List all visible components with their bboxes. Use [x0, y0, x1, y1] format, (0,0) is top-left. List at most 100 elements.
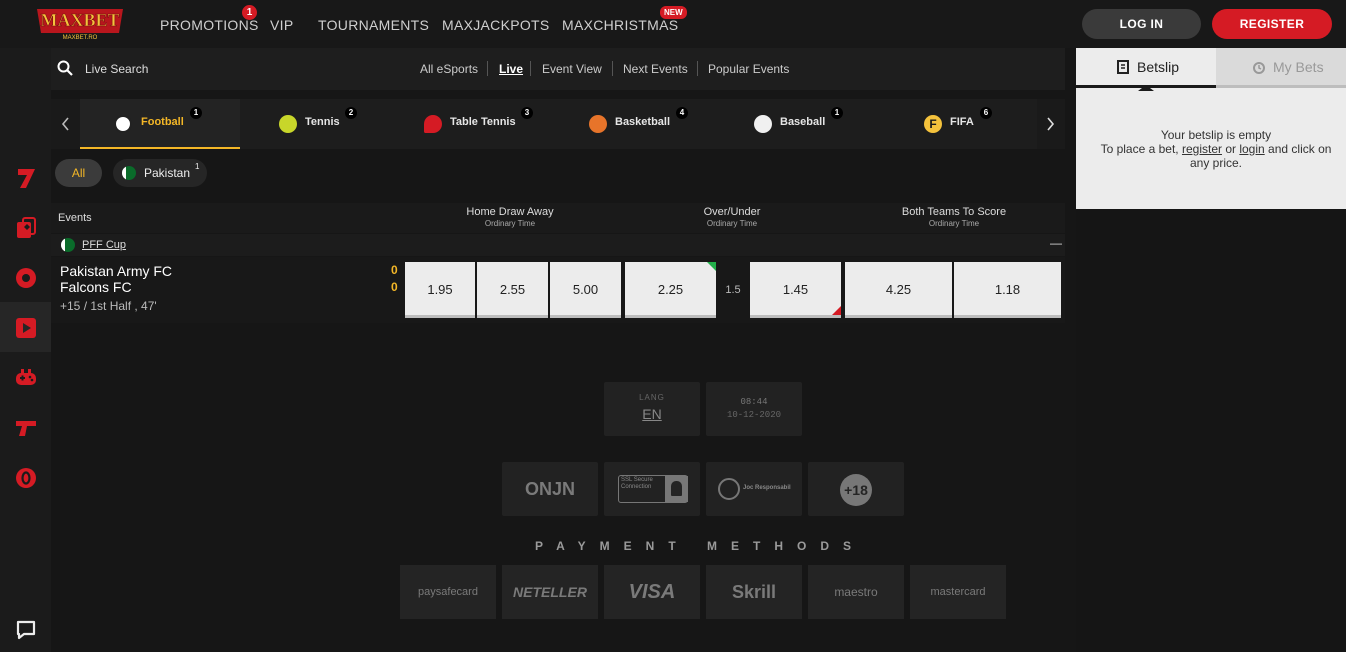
- age-18-badge: +18: [808, 462, 904, 516]
- tab-event-view[interactable]: Event View: [542, 62, 602, 76]
- chat-icon[interactable]: [14, 618, 38, 642]
- pakistan-flag-icon: [122, 166, 136, 180]
- payment-methods-title: PAYMENT METHODS: [534, 539, 865, 553]
- market-sub: Ordinary Time: [706, 219, 758, 228]
- market-header-over-under: Over/Under Ordinary Time: [662, 207, 802, 229]
- joc-text: Joc Responsabil: [743, 485, 791, 491]
- promotions-badge: 1: [242, 5, 257, 20]
- filter-chip-all[interactable]: All: [55, 159, 102, 187]
- odd-draw[interactable]: 2.55: [477, 262, 548, 318]
- joc-logo-icon: [718, 478, 740, 500]
- payment-paysafecard: paysafecard: [400, 565, 496, 619]
- nav-maxjackpots[interactable]: MAXJACKPOTS: [442, 17, 550, 33]
- instructions-or: or: [1225, 142, 1236, 156]
- odd-over-value: 2.25: [657, 282, 684, 297]
- sport-fifa[interactable]: FIFA: [950, 116, 974, 128]
- home-team[interactable]: Pakistan Army FC: [60, 263, 172, 279]
- nav-vip[interactable]: VIP: [270, 17, 293, 33]
- odds-down-indicator: [832, 306, 841, 315]
- seven-icon[interactable]: [14, 166, 38, 190]
- slider-next-button[interactable]: [1037, 99, 1065, 149]
- sport-football[interactable]: Football: [141, 116, 184, 128]
- away-score: 0: [391, 280, 398, 294]
- chip-country-count: 1: [195, 162, 200, 171]
- basketball-icon: [589, 115, 607, 133]
- odd-away[interactable]: 5.00: [550, 262, 621, 318]
- zero-icon[interactable]: [14, 466, 38, 490]
- sport-count-badge: 3: [521, 107, 533, 119]
- chip-country-label: Pakistan: [144, 166, 191, 180]
- ssl-badge: SSL Secure Connection: [604, 462, 700, 516]
- market-header-btts: Both Teams To Score Ordinary Time: [854, 207, 1054, 229]
- events-header: Events: [58, 212, 92, 224]
- sport-count-badge: 1: [190, 107, 202, 119]
- tab-separator: [530, 61, 531, 76]
- odd-under[interactable]: 1.45: [750, 262, 841, 318]
- nav-maxchristmas[interactable]: MAXCHRISTMAS: [562, 17, 678, 33]
- collapse-icon[interactable]: —: [1050, 236, 1062, 250]
- payment-neteller: NETELLER: [502, 565, 598, 619]
- live-play-icon[interactable]: [14, 316, 38, 340]
- sport-count-badge: 6: [980, 107, 992, 119]
- sport-count-badge: 1: [831, 107, 843, 119]
- tennis-ball-icon: [279, 115, 297, 133]
- joc-responsabil-badge[interactable]: Joc Responsabil: [706, 462, 802, 516]
- payment-mastercard: mastercard: [910, 565, 1006, 619]
- away-team[interactable]: Falcons FC: [60, 279, 132, 295]
- fifa-icon: F: [924, 115, 942, 133]
- tab-all-esports[interactable]: All eSports: [420, 62, 478, 76]
- login-link[interactable]: login: [1239, 142, 1264, 156]
- active-tab-pointer: [1138, 85, 1154, 91]
- login-button[interactable]: LOG IN: [1082, 9, 1201, 39]
- filter-chip-pakistan[interactable]: Pakistan 1: [113, 159, 207, 187]
- odd-home[interactable]: 1.95: [405, 262, 475, 318]
- lang-label: LANG: [639, 393, 665, 402]
- age-18-icon: +18: [840, 474, 872, 506]
- table-tennis-paddle-icon: [424, 115, 442, 133]
- gun-icon[interactable]: [14, 416, 38, 440]
- clock-date: 10-12-2020: [726, 410, 781, 420]
- sport-baseball[interactable]: Baseball: [780, 116, 825, 128]
- sport-basketball[interactable]: Basketball: [615, 116, 670, 128]
- nav-promotions[interactable]: PROMOTIONS: [160, 17, 259, 33]
- lang-value: EN: [642, 406, 662, 422]
- odd-btts-yes[interactable]: 4.25: [845, 262, 952, 318]
- search-icon[interactable]: [57, 60, 73, 76]
- language-selector[interactable]: LANG EN: [604, 382, 700, 436]
- payment-visa: VISA: [604, 565, 700, 619]
- maxbet-logo[interactable]: MAXBET MAXBET.RO: [33, 5, 127, 41]
- sport-table-tennis[interactable]: Table Tennis: [450, 116, 516, 128]
- odd-over[interactable]: 2.25: [625, 262, 716, 318]
- nav-tournaments[interactable]: TOURNAMENTS: [318, 17, 429, 33]
- gamepad-icon[interactable]: [14, 366, 38, 390]
- padlock-icon: [665, 476, 688, 502]
- register-button[interactable]: REGISTER: [1212, 9, 1332, 39]
- register-link[interactable]: register: [1182, 142, 1222, 156]
- cards-icon[interactable]: [14, 216, 38, 240]
- ssl-text: SSL Secure Connection: [621, 477, 653, 490]
- event-info: +15 / 1st Half , 47': [60, 299, 157, 313]
- slider-prev-button[interactable]: [51, 99, 80, 149]
- betslip-tab-label: Betslip: [1137, 59, 1180, 75]
- new-badge: NEW: [660, 6, 687, 19]
- tab-my-bets[interactable]: My Bets: [1216, 48, 1346, 88]
- tab-separator: [487, 61, 488, 76]
- odd-btts-no[interactable]: 1.18: [954, 262, 1061, 318]
- live-search-label[interactable]: Live Search: [85, 62, 148, 76]
- chevron-left-icon: [61, 117, 69, 131]
- my-bets-tab-label: My Bets: [1273, 59, 1324, 75]
- sport-tennis[interactable]: Tennis: [305, 116, 340, 128]
- football-icon[interactable]: [14, 266, 38, 290]
- tab-betslip[interactable]: Betslip: [1076, 48, 1216, 91]
- tab-popular-events[interactable]: Popular Events: [708, 62, 789, 76]
- market-sub: Ordinary Time: [484, 219, 536, 228]
- odds-up-indicator: [707, 262, 716, 271]
- tab-live[interactable]: Live: [499, 62, 523, 76]
- market-name: Both Teams To Score: [901, 206, 1007, 218]
- league-name-link[interactable]: PFF Cup: [82, 239, 126, 251]
- onjn-badge[interactable]: ONJN: [502, 462, 598, 516]
- payment-skrill: Skrill: [706, 565, 802, 619]
- odd-under-value: 1.45: [782, 282, 809, 297]
- tab-next-events[interactable]: Next Events: [623, 62, 688, 76]
- market-sub: Ordinary Time: [928, 219, 980, 228]
